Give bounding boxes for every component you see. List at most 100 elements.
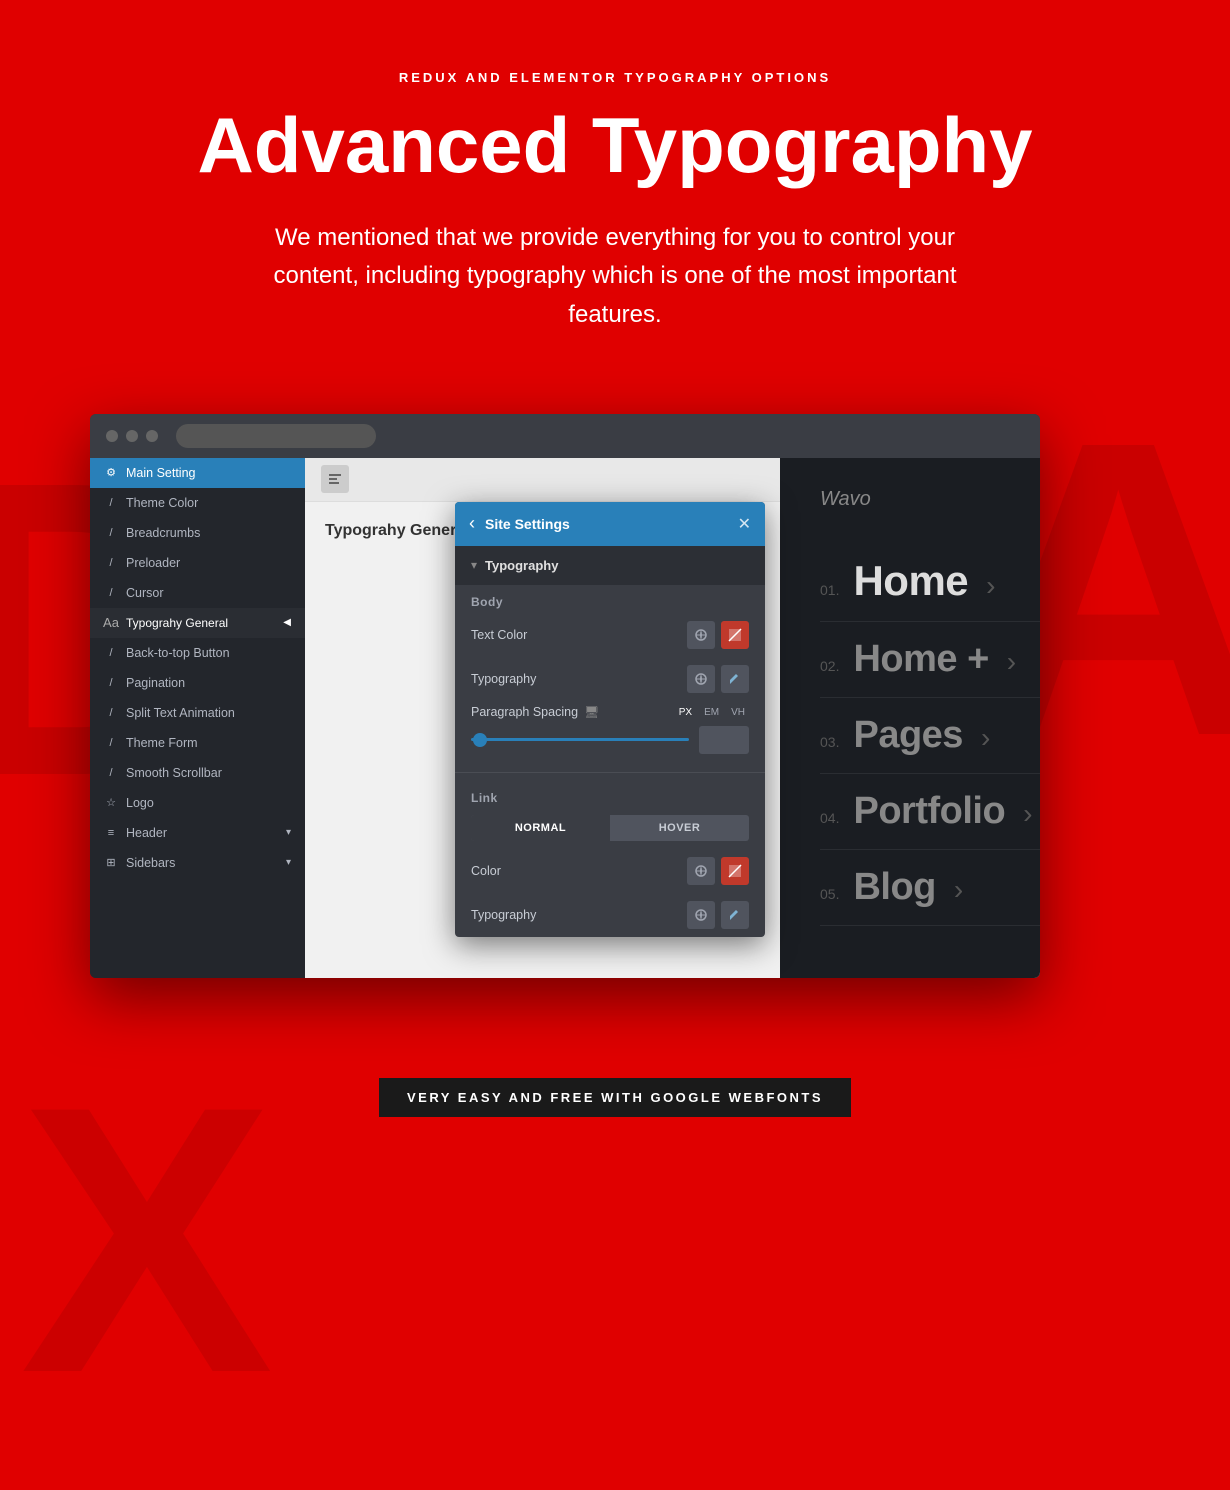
modal-text-color-row: Text Color: [455, 613, 765, 657]
sidebar-item-sidebars[interactable]: ⊞ Sidebars ▾: [90, 848, 305, 878]
nav-item-blog: 05. Blog ›: [820, 850, 1040, 926]
sidebar-item-main-setting[interactable]: ⚙ Main Setting: [90, 458, 305, 488]
typography-label: Typography: [471, 672, 536, 686]
sidebar-item-breadcrumbs[interactable]: / Breadcrumbs: [90, 518, 305, 548]
nav-arrow-1: ›: [986, 570, 995, 602]
color-controls: [687, 857, 749, 885]
footer-section: VERY EASY AND FREE WITH GOOGLE WEBFONTS: [0, 1058, 1230, 1177]
color-picker-button[interactable]: [721, 621, 749, 649]
sidebar-item-label: Smooth Scrollbar: [126, 766, 222, 780]
sidebar-item-header[interactable]: ≡ Header ▾: [90, 818, 305, 848]
slash-icon-7: /: [104, 706, 118, 720]
slash-icon-3: /: [104, 556, 118, 570]
sidebar-item-pagination[interactable]: / Pagination: [90, 668, 305, 698]
nav-label-portfolio[interactable]: Portfolio: [853, 790, 1005, 833]
modal-header: ‹ Site Settings ✕: [455, 502, 765, 546]
typography-global-button-2[interactable]: [687, 901, 715, 929]
nav-arrow-3: ›: [981, 722, 990, 754]
sidebar-item-split-text[interactable]: / Split Text Animation: [90, 698, 305, 728]
nav-menu: 01. Home › 02. Home + › 03.: [820, 541, 1040, 926]
collapse-icon[interactable]: ▾: [471, 558, 477, 572]
nav-item-portfolio: 04. Portfolio ›: [820, 774, 1040, 850]
sidebar-item-theme-form[interactable]: / Theme Form: [90, 728, 305, 758]
header-section: REDUX AND ELEMENTOR TYPOGRAPHY OPTIONS A…: [0, 0, 1230, 384]
nav-label-home-plus[interactable]: Home +: [853, 638, 988, 681]
sidebar-item-smooth-scrollbar[interactable]: / Smooth Scrollbar: [90, 758, 305, 788]
browser-content: ⚙ Main Setting / Theme Color / Breadcrum…: [90, 458, 1040, 978]
unit-vh-button[interactable]: VH: [727, 705, 749, 720]
site-settings-modal: ‹ Site Settings ✕ ▾ Typography Body: [455, 502, 765, 937]
typography-edit-button-2[interactable]: [721, 901, 749, 929]
unit-px-button[interactable]: PX: [675, 705, 696, 720]
range-input-box[interactable]: [699, 726, 749, 754]
subtitle-label: REDUX AND ELEMENTOR TYPOGRAPHY OPTIONS: [100, 70, 1130, 85]
sidebar-item-back-to-top[interactable]: / Back-to-top Button: [90, 638, 305, 668]
nav-logo: Wavo: [820, 488, 1040, 511]
modal-tabs: NORMAL HOVER: [471, 815, 749, 841]
sidebar-item-label: Split Text Animation: [126, 706, 235, 720]
sidebar-item-cursor[interactable]: / Cursor: [90, 578, 305, 608]
nav-num-4: 04.: [820, 810, 839, 826]
modal-body: ▾ Typography Body Text Color: [455, 546, 765, 937]
slash-icon-2: /: [104, 526, 118, 540]
typography-edit-button[interactable]: [721, 665, 749, 693]
sidebar: ⚙ Main Setting / Theme Color / Breadcrum…: [90, 458, 305, 978]
typography-controls-2: [687, 901, 749, 929]
footer-badge: VERY EASY AND FREE WITH GOOGLE WEBFONTS: [379, 1078, 851, 1117]
slash-icon-9: /: [104, 766, 118, 780]
paragraph-spacing-label: Paragraph Spacing 🖥: [471, 705, 599, 719]
nav-label-blog[interactable]: Blog: [853, 866, 935, 909]
gear-icon: ⚙: [104, 466, 118, 480]
sidebar-item-typography-general[interactable]: Aa Typograhy General ◀: [90, 608, 305, 638]
tab-normal[interactable]: NORMAL: [471, 815, 610, 841]
tab-hover[interactable]: HOVER: [610, 815, 749, 841]
text-color-label: Text Color: [471, 628, 527, 642]
slash-icon-6: /: [104, 676, 118, 690]
sidebar-item-logo[interactable]: ☆ Logo: [90, 788, 305, 818]
browser-dot-3: [146, 430, 158, 442]
sidebar-item-label: Preloader: [126, 556, 180, 570]
paragraph-spacing-row: Paragraph Spacing 🖥 PX EM VH: [455, 701, 765, 764]
color-label: Color: [471, 864, 501, 878]
color-picker-button-2[interactable]: [721, 857, 749, 885]
menu-icon: ≡: [104, 826, 118, 840]
modal-section-header: ▾ Typography: [455, 546, 765, 585]
nav-arrow-4: ›: [1023, 798, 1032, 830]
screenshot-section: ⚙ Main Setting / Theme Color / Breadcrum…: [0, 384, 1230, 1058]
modal-color-row: Color: [455, 849, 765, 893]
nav-arrow-2: ›: [1007, 646, 1016, 678]
color-global-button[interactable]: [687, 857, 715, 885]
slash-icon-8: /: [104, 736, 118, 750]
sidebar-item-preloader[interactable]: / Preloader: [90, 548, 305, 578]
main-title: Advanced Typography: [100, 103, 1130, 189]
browser-window: ⚙ Main Setting / Theme Color / Breadcrum…: [90, 414, 1040, 978]
nav-preview: Wavo 01. Home › 02. Home + ›: [780, 458, 1040, 978]
sidebar-item-label: Back-to-top Button: [126, 646, 230, 660]
sidebar-item-label: Pagination: [126, 676, 185, 690]
browser-dot-2: [126, 430, 138, 442]
modal-back-button[interactable]: ‹: [469, 513, 475, 534]
modal-close-button[interactable]: ✕: [738, 514, 751, 534]
range-slider[interactable]: [471, 738, 689, 741]
typography-icon: Aa: [104, 616, 118, 630]
text-color-controls: [687, 621, 749, 649]
sidebar-item-label: Header: [126, 826, 167, 840]
sidebar-item-label: Cursor: [126, 586, 164, 600]
typography-label-2: Typography: [471, 908, 536, 922]
spacing-top-row: Paragraph Spacing 🖥 PX EM VH: [471, 705, 749, 720]
range-thumb: [473, 733, 487, 747]
toolbar-icon[interactable]: [321, 465, 349, 493]
unit-em-button[interactable]: EM: [700, 705, 723, 720]
sidebar-item-theme-color[interactable]: / Theme Color: [90, 488, 305, 518]
screenshot-wrapper: ⚙ Main Setting / Theme Color / Breadcrum…: [90, 414, 1140, 978]
modal-body-label: Body: [455, 585, 765, 613]
global-icon-button[interactable]: [687, 621, 715, 649]
typography-global-button[interactable]: [687, 665, 715, 693]
nav-label-home[interactable]: Home: [853, 557, 968, 605]
modal-header-left: ‹ Site Settings: [469, 513, 570, 534]
nav-item-pages: 03. Pages ›: [820, 698, 1040, 774]
nav-item-home-plus: 02. Home + ›: [820, 622, 1040, 698]
description: We mentioned that we provide everything …: [255, 219, 975, 334]
sidebar-item-label: Theme Form: [126, 736, 198, 750]
nav-label-pages[interactable]: Pages: [853, 714, 962, 757]
